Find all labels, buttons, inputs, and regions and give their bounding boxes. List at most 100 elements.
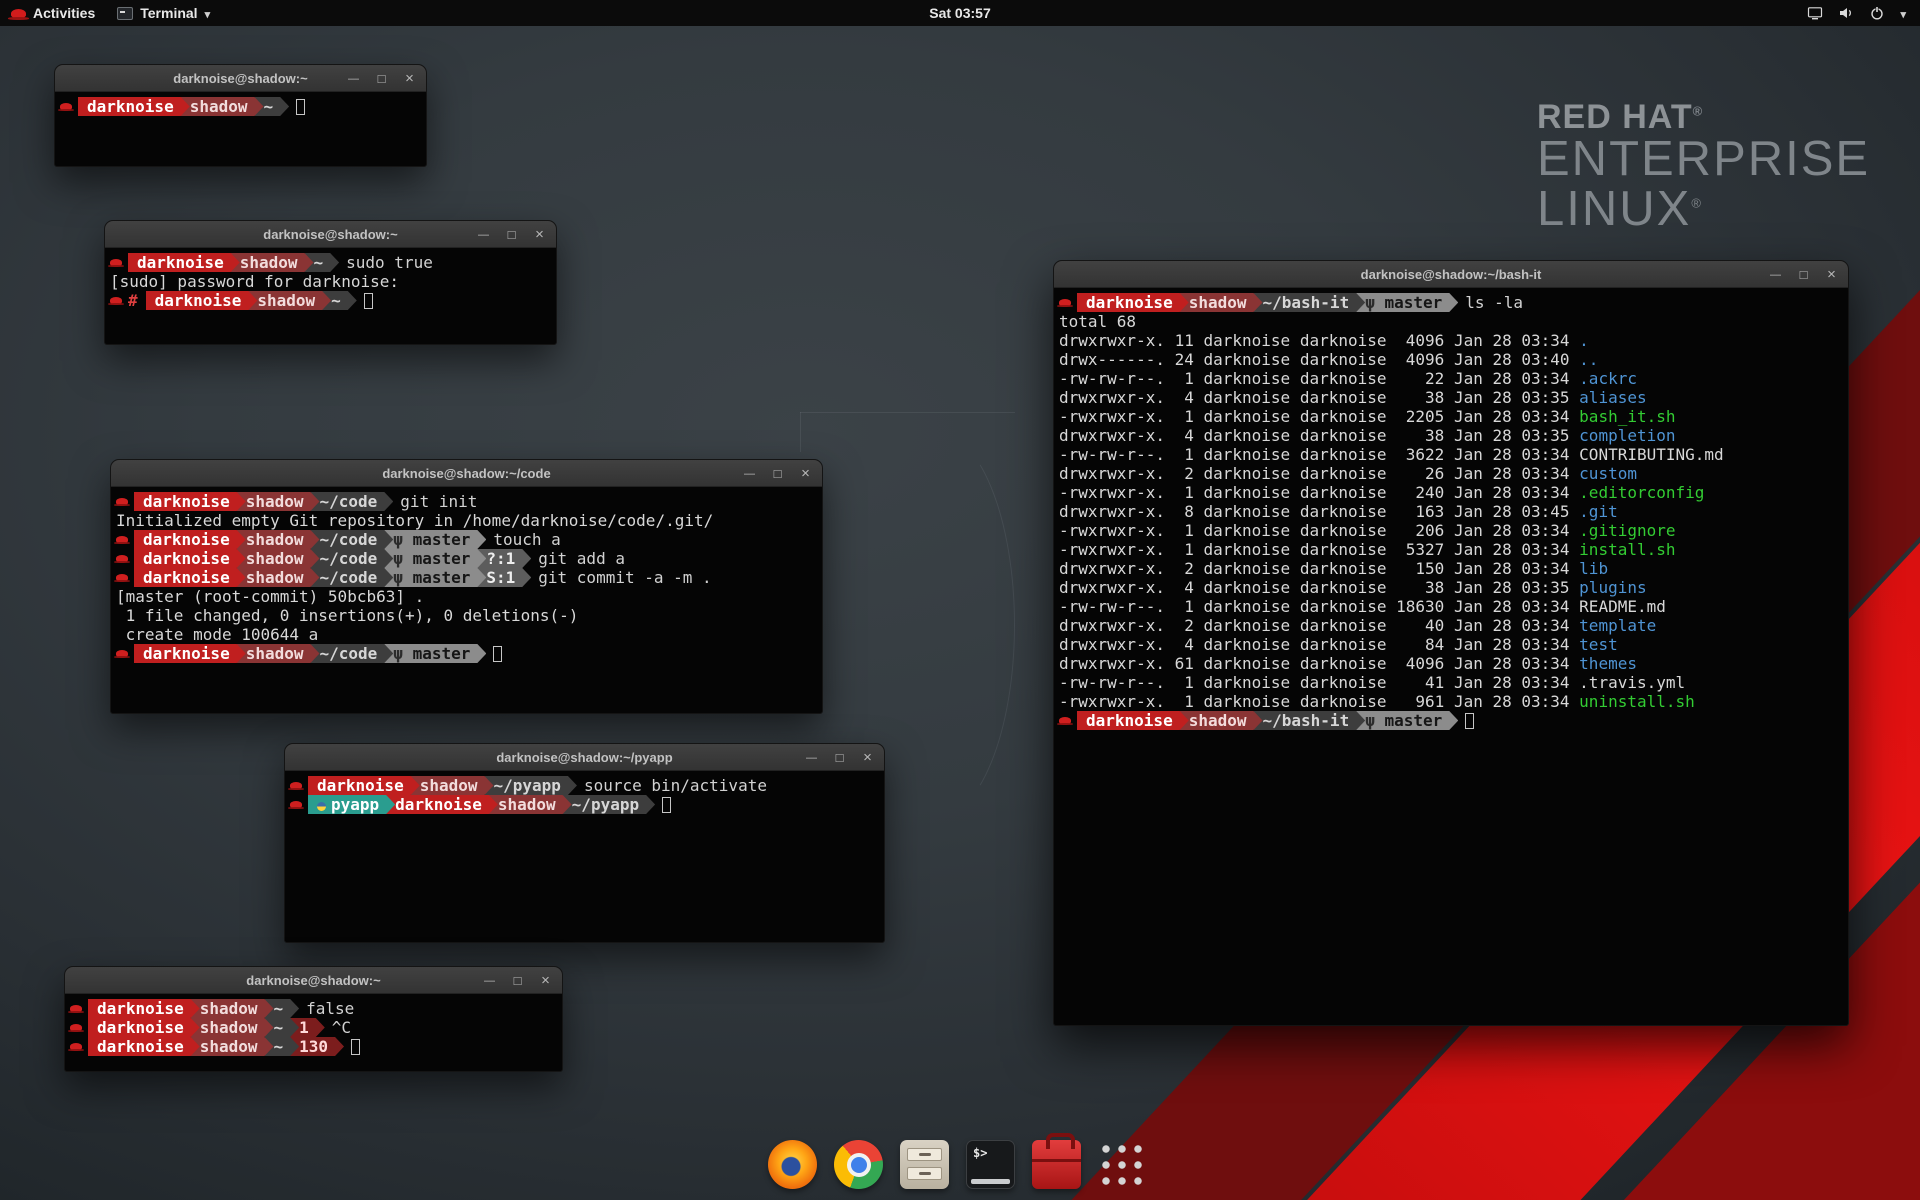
close-button[interactable] bbox=[1825, 267, 1838, 282]
terminal-content[interactable]: darknoise shadow ~/bash-it master ls -la… bbox=[1054, 288, 1848, 734]
chrome-icon[interactable] bbox=[834, 1140, 883, 1189]
prompt-git-branch: master bbox=[384, 530, 486, 549]
app-grid-icon[interactable] bbox=[1098, 1141, 1145, 1188]
fedora-icon bbox=[110, 259, 128, 266]
terminal-icon bbox=[117, 7, 133, 20]
titlebar[interactable]: darknoise@shadow:~ bbox=[65, 967, 562, 994]
file-name: README.md bbox=[1579, 597, 1666, 616]
terminal-window-4: darknoise@shadow:~/pyapp darknoise shado… bbox=[284, 743, 885, 943]
titlebar[interactable]: darknoise@shadow:~ bbox=[105, 221, 556, 248]
output-line: 1 file changed, 0 insertions(+), 0 delet… bbox=[116, 606, 820, 625]
command-text: git init bbox=[384, 492, 477, 511]
file-name: .gitignore bbox=[1579, 521, 1675, 540]
minimize-button[interactable] bbox=[483, 973, 496, 987]
app-menu-label: Terminal bbox=[140, 5, 197, 21]
ls-meta: drwx------. 24 darknoise darknoise 4096 … bbox=[1059, 350, 1579, 369]
titlebar[interactable]: darknoise@shadow:~/pyapp bbox=[285, 744, 884, 771]
prompt-host: shadow bbox=[1180, 293, 1263, 312]
system-status-area[interactable] bbox=[1807, 0, 1920, 26]
close-button[interactable] bbox=[403, 71, 416, 86]
titlebar[interactable]: darknoise@shadow:~/bash-it bbox=[1054, 261, 1848, 288]
dock bbox=[768, 1140, 1145, 1189]
terminal-content[interactable]: darknoise shadow ~/pyapp source bin/acti… bbox=[285, 771, 884, 818]
clock[interactable]: Sat 03:57 bbox=[929, 5, 990, 21]
files-icon[interactable] bbox=[900, 1140, 949, 1189]
prompt-path: ~/code bbox=[311, 492, 394, 511]
file-name: uninstall.sh bbox=[1579, 692, 1695, 711]
terminal-cursor bbox=[1465, 713, 1474, 729]
maximize-button[interactable] bbox=[771, 467, 784, 480]
display-icon bbox=[1807, 5, 1823, 21]
terminal-launcher-icon[interactable] bbox=[966, 1140, 1015, 1189]
close-button[interactable] bbox=[799, 466, 812, 481]
maximize-button[interactable] bbox=[375, 72, 388, 85]
minimize-button[interactable] bbox=[477, 227, 490, 241]
drawer-detail bbox=[907, 1148, 942, 1161]
window-title: darknoise@shadow:~/bash-it bbox=[1361, 267, 1542, 282]
minimize-button[interactable] bbox=[347, 71, 360, 85]
terminal-content[interactable]: darknoise shadow ~ bbox=[55, 92, 426, 120]
maximize-button[interactable] bbox=[505, 228, 518, 241]
prompt-line: darknoise shadow ~/pyapp source bin/acti… bbox=[290, 776, 882, 795]
maximize-button[interactable] bbox=[833, 751, 846, 764]
prompt-line: darknoise shadow ~ 130 bbox=[70, 1037, 560, 1056]
ls-meta: drwxrwxr-x. 4 darknoise darknoise 38 Jan… bbox=[1059, 578, 1579, 597]
maximize-button[interactable] bbox=[511, 974, 524, 987]
top-bar: Activities Terminal Sat 03:57 bbox=[0, 0, 1920, 26]
fedora-icon bbox=[70, 1043, 88, 1050]
ls-row: drwxrwxr-x. 2 darknoise darknoise 26 Jan… bbox=[1059, 464, 1846, 483]
firefox-icon[interactable] bbox=[768, 1140, 817, 1189]
command-text: sudo true bbox=[330, 253, 433, 272]
prompt-host: shadow bbox=[237, 549, 320, 568]
file-name: custom bbox=[1579, 464, 1637, 483]
prompt-user: darknoise bbox=[88, 1037, 200, 1056]
close-button[interactable] bbox=[861, 750, 874, 765]
ls-row: drwxrwxr-x. 4 darknoise darknoise 38 Jan… bbox=[1059, 426, 1846, 445]
terminal-content[interactable]: darknoise shadow ~/code git init Initial… bbox=[111, 487, 822, 667]
ls-row: -rw-rw-r--. 1 darknoise darknoise 22 Jan… bbox=[1059, 369, 1846, 388]
terminal-window-1: darknoise@shadow:~ darknoise shadow ~ bbox=[54, 64, 427, 167]
command-text: source bin/activate bbox=[568, 776, 767, 795]
prompt-git-branch: master bbox=[1356, 293, 1458, 312]
terminal-window-2: darknoise@shadow:~ darknoise shadow ~ su… bbox=[104, 220, 557, 345]
activities-button[interactable]: Activities bbox=[0, 0, 106, 26]
redhat-logo-icon bbox=[11, 9, 26, 18]
python-icon bbox=[317, 802, 326, 811]
fedora-icon bbox=[290, 782, 308, 789]
fedora-icon bbox=[1059, 299, 1077, 306]
app-menu-terminal[interactable]: Terminal bbox=[106, 0, 221, 26]
fedora-icon bbox=[116, 650, 134, 657]
prompt-line: darknoise shadow ~/code master bbox=[116, 644, 820, 663]
terminal-cursor bbox=[662, 797, 671, 813]
minimize-button[interactable] bbox=[805, 750, 818, 764]
fedora-icon bbox=[290, 801, 308, 808]
terminal-content[interactable]: darknoise shadow ~ false darknoise shado… bbox=[65, 994, 562, 1060]
prompt-line: darknoise shadow ~/code master touch a bbox=[116, 530, 820, 549]
close-button[interactable] bbox=[539, 973, 552, 988]
titlebar[interactable]: darknoise@shadow:~/code bbox=[111, 460, 822, 487]
terminal-cursor bbox=[296, 99, 305, 115]
file-name: plugins bbox=[1579, 578, 1646, 597]
prompt-line: darknoise shadow ~/code master S:1 git c… bbox=[116, 568, 820, 587]
prompt-user: darknoise bbox=[88, 1018, 200, 1037]
terminal-window-5: darknoise@shadow:~ darknoise shadow ~ fa… bbox=[64, 966, 563, 1072]
terminal-content[interactable]: darknoise shadow ~ sudo true [sudo] pass… bbox=[105, 248, 556, 314]
file-name: . bbox=[1579, 331, 1589, 350]
titlebar[interactable]: darknoise@shadow:~ bbox=[55, 65, 426, 92]
close-button[interactable] bbox=[533, 227, 546, 242]
prompt-git-branch: master bbox=[384, 549, 486, 568]
maximize-button[interactable] bbox=[1797, 268, 1810, 281]
prompt-virtualenv: pyapp bbox=[308, 795, 395, 814]
minimize-button[interactable] bbox=[1769, 267, 1782, 281]
window-title: darknoise@shadow:~ bbox=[173, 71, 307, 86]
prompt-host: shadow bbox=[1180, 711, 1263, 730]
terminal-window-3: darknoise@shadow:~/code darknoise shadow… bbox=[110, 459, 823, 714]
fedora-icon bbox=[110, 297, 128, 304]
ls-row: drwxrwxr-x. 4 darknoise darknoise 38 Jan… bbox=[1059, 578, 1846, 597]
ls-row: -rw-rw-r--. 1 darknoise darknoise 41 Jan… bbox=[1059, 673, 1846, 692]
prompt-line: darknoise shadow ~/bash-it master ls -la bbox=[1059, 293, 1846, 312]
prompt-path: ~/bash-it bbox=[1254, 711, 1366, 730]
ls-row: drwxrwxr-x. 4 darknoise darknoise 84 Jan… bbox=[1059, 635, 1846, 654]
toolbox-icon[interactable] bbox=[1032, 1140, 1081, 1189]
minimize-button[interactable] bbox=[743, 466, 756, 480]
